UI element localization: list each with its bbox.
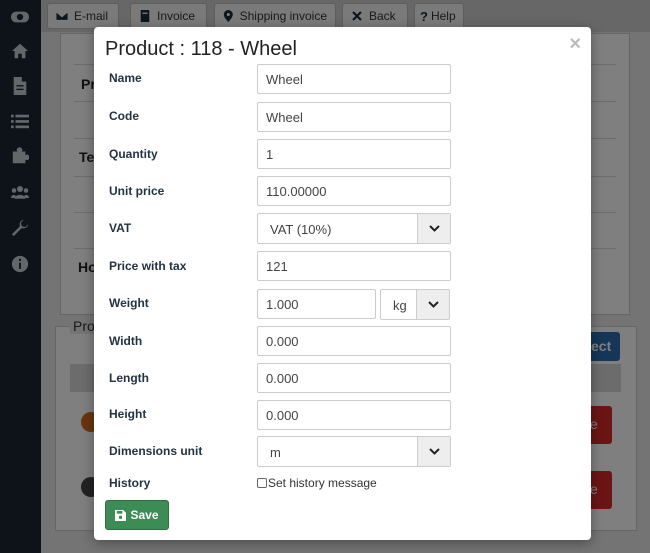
name-input[interactable] xyxy=(257,64,451,94)
vat-label: VAT xyxy=(109,221,132,235)
modal-title: Product : 118 - Wheel xyxy=(105,38,297,60)
unit-price-label: Unit price xyxy=(109,184,165,198)
code-label: Code xyxy=(109,109,139,123)
length-label: Length xyxy=(109,371,149,385)
chevron-down-icon xyxy=(417,214,450,243)
dimensions-unit-value: m xyxy=(270,445,281,460)
width-input[interactable] xyxy=(257,326,451,356)
code-input[interactable] xyxy=(257,102,451,132)
floppy-disk-icon xyxy=(115,509,127,521)
quantity-label: Quantity xyxy=(109,147,158,161)
history-checkbox[interactable] xyxy=(257,478,267,488)
name-label: Name xyxy=(109,71,142,85)
length-input[interactable] xyxy=(257,363,451,393)
width-label: Width xyxy=(109,334,143,348)
weight-unit-select[interactable]: kg xyxy=(380,289,450,320)
weight-unit-value: kg xyxy=(393,298,407,313)
height-input[interactable] xyxy=(257,400,451,430)
save-button[interactable]: Save xyxy=(105,500,169,530)
height-label: Height xyxy=(109,407,147,421)
history-option: Set history message xyxy=(257,476,377,490)
unit-price-input[interactable] xyxy=(257,176,451,206)
vat-select[interactable]: VAT (10%) xyxy=(257,213,451,244)
price-with-tax-label: Price with tax xyxy=(109,259,187,273)
save-label: Save xyxy=(130,508,159,522)
chevron-down-icon xyxy=(417,437,450,466)
quantity-input[interactable] xyxy=(257,139,451,169)
history-checkbox-label[interactable]: Set history message xyxy=(268,476,377,490)
product-modal: Product : 118 - Wheel × Name Code Quanti… xyxy=(94,27,591,540)
price-with-tax-input[interactable] xyxy=(257,251,451,281)
weight-input[interactable] xyxy=(257,289,376,319)
close-icon[interactable]: × xyxy=(569,33,581,56)
dimensions-unit-label: Dimensions unit xyxy=(109,444,203,458)
chevron-down-icon xyxy=(416,290,449,319)
dimensions-unit-select[interactable]: m xyxy=(257,436,451,467)
history-label: History xyxy=(109,476,151,490)
vat-value: VAT (10%) xyxy=(270,222,332,237)
weight-label: Weight xyxy=(109,296,149,310)
